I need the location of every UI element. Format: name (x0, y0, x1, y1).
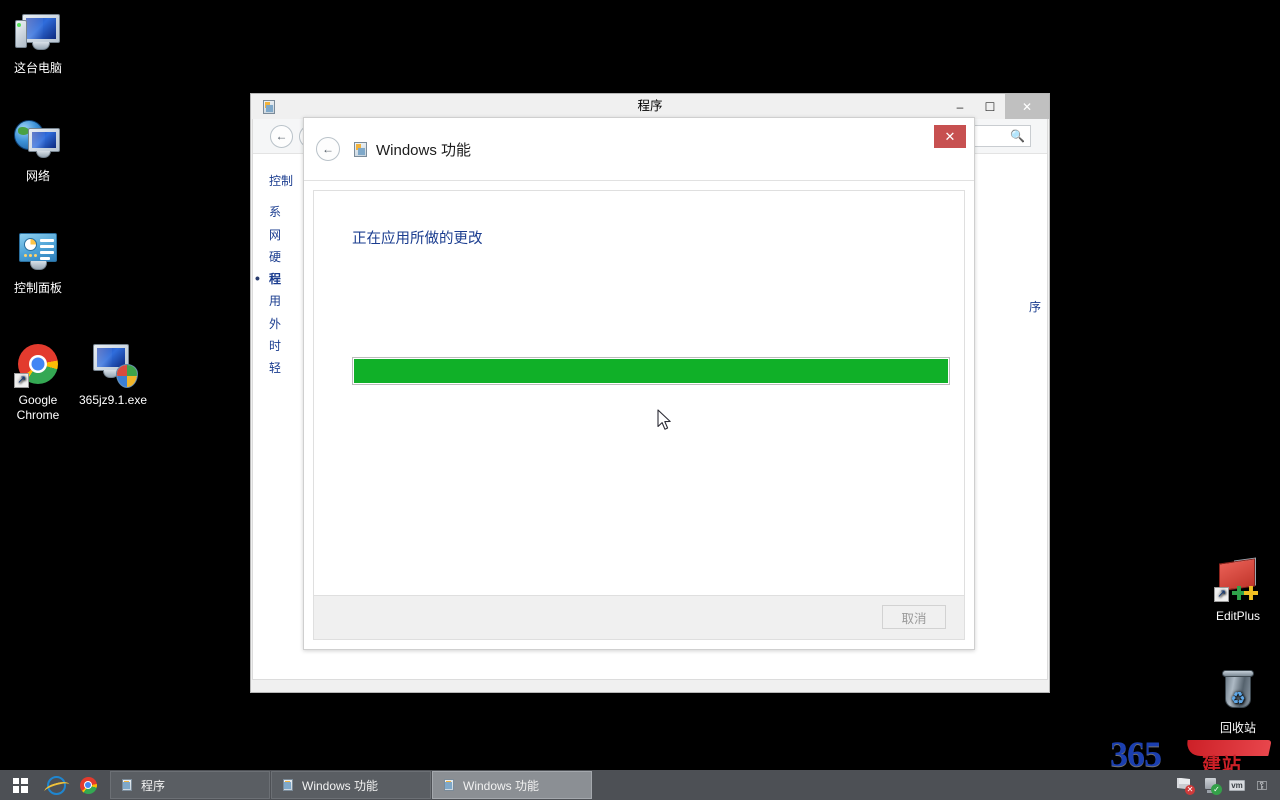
action-center-flag-icon[interactable]: ✕ (1177, 777, 1195, 795)
taskbar-item-label: Windows 功能 (302, 778, 379, 793)
dialog-back-button[interactable]: ← (316, 137, 340, 161)
taskbar-item-windows-features-1[interactable]: Windows 功能 (271, 771, 431, 799)
recycle-bin-icon: ♻ (1214, 668, 1262, 716)
status-heading: 正在应用所做的更改 (352, 231, 483, 247)
desktop-icon-recycle-bin[interactable]: ♻ 回收站 (1200, 668, 1276, 736)
taskbar-item-programs[interactable]: 程序 (110, 771, 270, 799)
desktop-icon-editplus[interactable]: ↗ EditPlus (1200, 556, 1276, 624)
dialog-title: Windows 功能 (376, 141, 472, 159)
maximize-button[interactable]: ☐ (975, 94, 1005, 119)
google-chrome-icon (79, 776, 97, 794)
windows-features-icon (120, 778, 134, 792)
progress-bar-fill (354, 359, 948, 383)
desktop-icon-label: 365jz9.1.exe (78, 393, 148, 407)
windows-features-icon (442, 778, 456, 792)
desktop-icon-label: 控制面板 (13, 281, 62, 295)
window-controls[interactable]: – ☐ ✕ (945, 94, 1049, 119)
taskbar-item-label: Windows 功能 (463, 778, 540, 793)
google-chrome-icon: ↗ (14, 340, 62, 388)
quicklaunch-internet-explorer[interactable] (40, 770, 72, 800)
windows-features-icon (281, 778, 295, 792)
editplus-icon: ↗ (1214, 556, 1262, 604)
this-pc-icon (14, 8, 62, 56)
taskbar-item-label: 程序 (141, 778, 166, 793)
dialog-content: 正在应用所做的更改 (313, 190, 965, 596)
windows-features-icon (352, 141, 369, 158)
watermark-logo: 365 (1110, 734, 1162, 774)
watermark-swoosh (1184, 740, 1272, 756)
desktop[interactable]: 这台电脑 网络 控制面板 ↗ Google Chrome 365jz9.1.ex… (0, 0, 1280, 800)
desktop-icon-365jz-exe[interactable]: 365jz9.1.exe (75, 340, 151, 408)
network-status-icon[interactable]: ✓ (1203, 777, 1222, 795)
desktop-icon-label: 回收站 (1219, 721, 1256, 735)
dialog-footer: 取消 (313, 596, 965, 640)
dialog-header: ← Windows 功能 (304, 118, 974, 181)
windows-features-dialog[interactable]: ✕ ← Windows 功能 正在应用所做的更改 取消 (303, 117, 975, 650)
minimize-button[interactable]: – (945, 94, 975, 119)
taskbar[interactable]: 程序 Windows 功能 Windows 功能 ✕ ✓ vm ⚿ (0, 770, 1280, 800)
desktop-icon-label: Google Chrome (16, 393, 60, 422)
search-icon: 🔍 (1010, 129, 1025, 143)
vm-tools-icon[interactable]: vm (1229, 777, 1246, 794)
desktop-icon-label: EditPlus (1215, 609, 1261, 623)
control-panel-icon (14, 228, 62, 276)
desktop-icon-google-chrome[interactable]: ↗ Google Chrome (0, 340, 76, 423)
window-title: 程序 (637, 99, 663, 113)
desktop-icon-control-panel[interactable]: 控制面板 (0, 228, 76, 296)
close-button[interactable]: ✕ (1005, 94, 1049, 119)
programs-link-fragment[interactable]: 序 (1029, 298, 1041, 315)
desktop-icon-label: 这台电脑 (13, 61, 62, 75)
windows-logo-icon (12, 777, 28, 793)
desktop-icon-network[interactable]: 网络 (0, 116, 76, 184)
start-button[interactable] (0, 770, 40, 800)
dialog-close-button[interactable]: ✕ (934, 125, 966, 148)
cancel-button[interactable]: 取消 (882, 605, 946, 629)
window-titlebar[interactable]: 程序 – ☐ ✕ (251, 94, 1049, 119)
desktop-icon-label: 网络 (25, 169, 50, 183)
shortcut-overlay-icon: ↗ (1214, 587, 1229, 602)
taskbar-item-windows-features-2[interactable]: Windows 功能 (432, 771, 592, 799)
progress-bar (352, 357, 950, 385)
system-tray[interactable]: ✕ ✓ vm ⚿ (1177, 770, 1280, 800)
desktop-icon-this-pc[interactable]: 这台电脑 (0, 8, 76, 76)
key-icon[interactable]: ⚿ (1255, 777, 1272, 794)
quicklaunch-google-chrome[interactable] (72, 770, 104, 800)
shortcut-overlay-icon: ↗ (14, 373, 29, 388)
back-button[interactable]: ← (270, 124, 293, 148)
executable-icon (89, 340, 138, 388)
network-icon (14, 116, 62, 164)
internet-explorer-icon (46, 775, 66, 795)
